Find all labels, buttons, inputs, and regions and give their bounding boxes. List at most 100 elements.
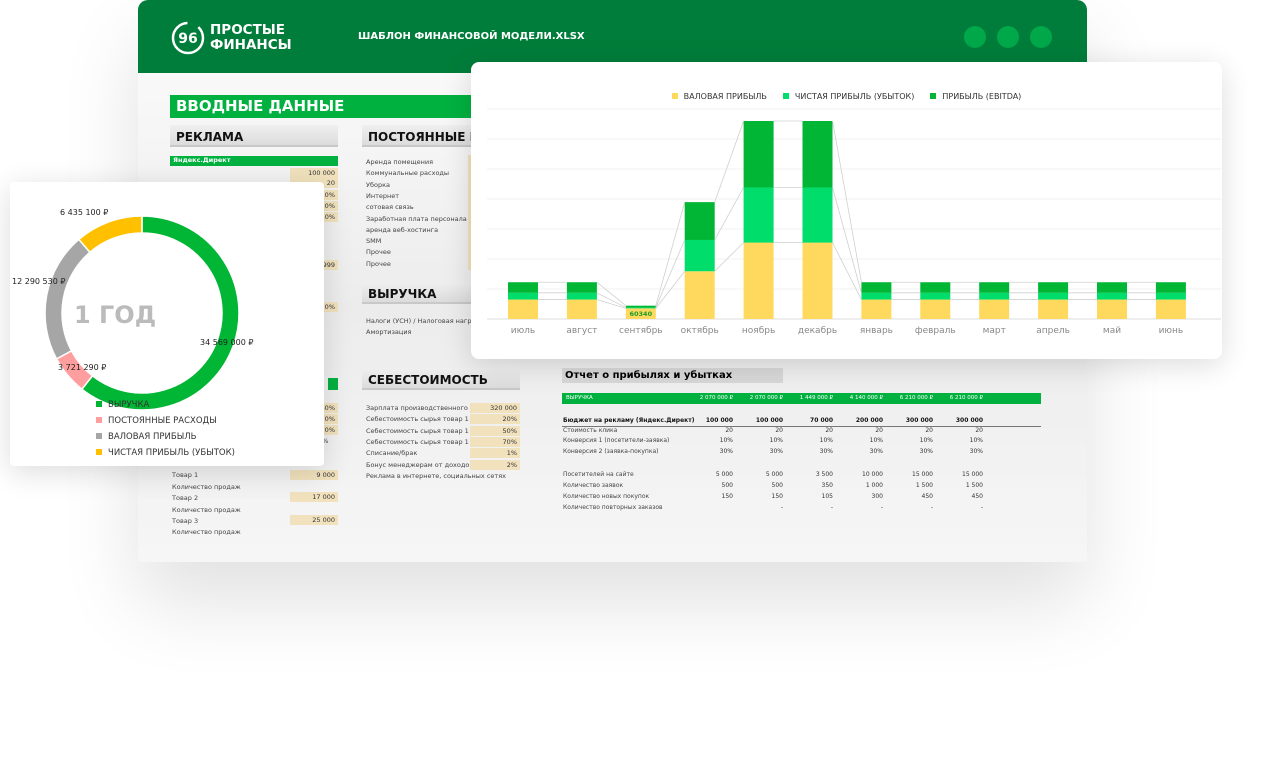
cost-item-value[interactable]: 1% — [470, 448, 520, 459]
bar-segment — [1155, 299, 1186, 319]
fixed-cost-item: сотовая связь — [366, 203, 414, 212]
product-label: Товар 1 — [172, 471, 199, 479]
donut-slice — [77, 215, 143, 254]
bar-segment — [1155, 282, 1186, 293]
bar-segment — [802, 121, 833, 188]
window-dot-button[interactable] — [964, 26, 986, 48]
cost-item-label: Бонус менеджерам от доходов — [366, 460, 474, 469]
bar-chart: июль август сентябрь октябрь ноябрь декабрь ян… — [487, 108, 1221, 336]
bar-segment — [979, 292, 1010, 300]
bar-segment — [1038, 299, 1069, 319]
bar-segment — [566, 292, 597, 300]
legend-item: ПОСТОЯННЫЕ РАСХОДЫ — [96, 413, 235, 429]
bar-segment — [1038, 282, 1069, 293]
cost-item-value[interactable]: 20% — [470, 414, 520, 425]
fixed-cost-item: Прочее — [366, 248, 391, 257]
green-header-bar — [328, 378, 338, 390]
window-dot-button[interactable] — [1030, 26, 1052, 48]
bar-segment — [1155, 292, 1186, 300]
x-tick-label: май — [1103, 326, 1121, 336]
x-tick-label: июль — [511, 326, 535, 336]
pnl-row-label: Количество заявок — [563, 482, 624, 489]
section-advert: РЕКЛАМА — [170, 125, 338, 147]
window-dot-button[interactable] — [997, 26, 1019, 48]
x-tick-label: апрель — [1036, 326, 1070, 336]
cost-item-label: Себестоимость сырья товар 1 — [366, 415, 469, 424]
bar-segment — [920, 282, 951, 293]
legend-label: ВАЛОВАЯ ПРИБЫЛЬ — [108, 432, 197, 442]
product-price[interactable]: 17 000 — [290, 492, 338, 502]
bar-segment — [920, 292, 951, 300]
legend-label: ЧИСТАЯ ПРИБЫЛЬ (УБЫТОК) — [108, 448, 235, 458]
legend-swatch — [96, 417, 102, 423]
cost-item-value[interactable]: 320 000 — [470, 403, 520, 413]
legend-item: ВЫРУЧКА — [96, 397, 235, 413]
cost-item-value[interactable]: 2% — [470, 459, 520, 470]
pnl-revenue-label: ВЫРУЧКА — [566, 395, 593, 401]
logo: 96 ПРОСТЫЕ ФИНАНСЫ — [170, 20, 292, 56]
x-tick-label: декабрь — [798, 326, 837, 336]
bar-segment — [1038, 292, 1069, 300]
slice-label: 3 721 290 ₽ — [58, 363, 106, 372]
yandex-direct-header: Яндекс.Директ — [170, 156, 338, 166]
file-title: ШАБЛОН ФИНАНСОВОЙ МОДЕЛИ.XLSX — [358, 31, 585, 42]
product-label: Количество продаж — [172, 483, 241, 491]
legend-swatch — [96, 401, 102, 407]
series-connector — [596, 281, 627, 306]
legend-item: ВАЛОВАЯ ПРИБЫЛЬ — [96, 429, 235, 445]
cost-item-value[interactable]: 50% — [470, 425, 520, 436]
bar-segment — [743, 121, 774, 188]
section-cost: СЕБЕСТОИМОСТЬ — [362, 368, 520, 390]
revenue-item: Налоги (УСН) / Налоговая нагрузка — [366, 317, 487, 325]
x-tick-label: сентябрь — [619, 326, 663, 336]
bar-segment — [625, 305, 656, 308]
fixed-cost-item: Заработная плата персонала АУП — [366, 214, 483, 223]
sheet-title: ВВОДНЫЕ ДАННЫЕ — [170, 95, 490, 118]
pnl-row-label: Количество новых покупок — [563, 493, 650, 500]
bar-segment — [684, 271, 715, 319]
bar-segment — [625, 307, 656, 309]
bar-segment — [979, 299, 1010, 319]
product-label: Количество продаж — [172, 506, 241, 514]
fixed-cost-item: SMM — [366, 237, 382, 246]
revenue-item: Амортизация — [366, 328, 412, 336]
legend-swatch — [96, 449, 102, 455]
bar-segment — [508, 292, 538, 300]
bar-segment — [684, 239, 715, 272]
fixed-cost-item: Уборка — [366, 180, 390, 189]
product-label: Товар 2 — [172, 494, 199, 502]
bar-segment — [802, 242, 833, 319]
pnl-cell: 300 000 — [955, 417, 983, 424]
svg-text:96: 96 — [178, 31, 197, 47]
x-tick-label: февраль — [915, 326, 956, 336]
fixed-cost-item: аренда веб-хостинга — [366, 225, 439, 234]
slice-label: 12 290 530 ₽ — [12, 277, 65, 286]
fixed-cost-item: Прочее — [366, 259, 391, 268]
fixed-cost-item: Интернет — [366, 191, 400, 200]
logo-line1: ПРОСТЫЕ — [210, 22, 285, 38]
pnl-cell: 20 — [975, 427, 983, 434]
bar-segment — [1097, 282, 1127, 293]
product-price[interactable]: 9 000 — [290, 470, 338, 480]
pnl-cell: 450 — [971, 493, 983, 500]
pnl-row-label: Конверсия 2 (заявка-покупка) — [563, 448, 659, 455]
legend-label: ВЫРУЧКА — [108, 400, 150, 410]
bar-segment — [861, 292, 892, 300]
x-tick-label: ноябрь — [742, 326, 775, 336]
data-label: 60340 — [629, 310, 652, 318]
cost-item-value[interactable]: 70% — [470, 436, 520, 447]
bar-segment — [861, 282, 892, 293]
pnl-row-label: Посетителей на сайте — [563, 471, 634, 478]
pnl-cell: 15 000 — [962, 471, 983, 478]
pnl-revenue-value: 6 210 000 ₽ — [949, 395, 983, 401]
series-connector — [832, 242, 862, 300]
product-price[interactable]: 25 000 — [290, 515, 338, 525]
series-connector — [655, 239, 686, 308]
advert-value[interactable]: 100 000 — [290, 168, 338, 178]
cost-item-label: Реклама в интернете, социальных сетях — [366, 471, 506, 480]
bar-segment — [566, 299, 597, 319]
x-tick-label: октябрь — [681, 326, 719, 336]
series-connector — [714, 242, 744, 272]
bar-segment — [802, 187, 833, 243]
series-connector — [714, 187, 744, 241]
